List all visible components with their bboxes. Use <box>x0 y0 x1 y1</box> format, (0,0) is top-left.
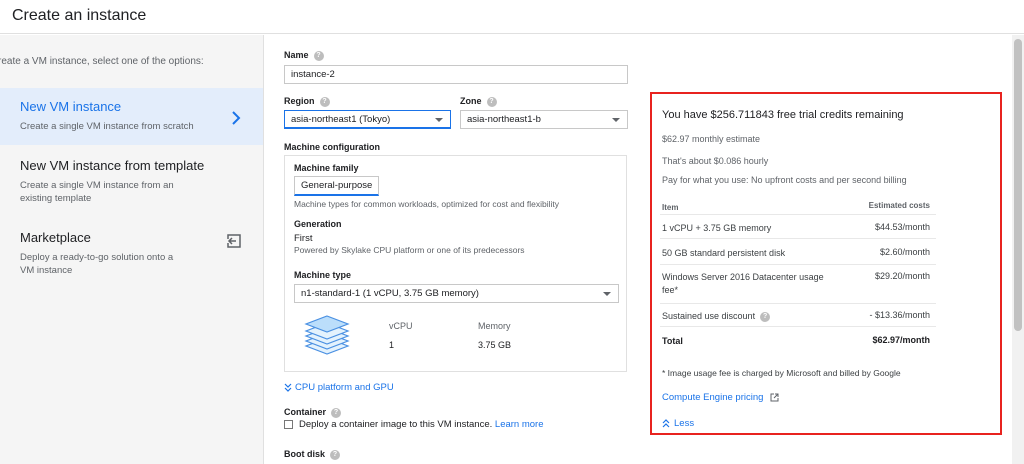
cost-item: 1 vCPU + 3.75 GB memory <box>662 223 772 233</box>
table-row-total: Total $62.97/month <box>660 327 936 353</box>
discount-label: Sustained use discount <box>662 311 756 321</box>
machine-type-label: Machine type <box>294 270 352 280</box>
option-new-vm-from-template[interactable]: New VM instance from template Create a s… <box>0 148 263 218</box>
option-title: New VM instance <box>20 99 122 114</box>
help-icon[interactable]: ? <box>330 449 341 460</box>
name-input[interactable]: instance-2 <box>284 65 628 84</box>
container-label: Container? <box>284 407 342 418</box>
machine-family-description: Machine types for common workloads, opti… <box>294 199 560 209</box>
machine-config-label: Machine configuration <box>284 142 381 152</box>
expand-less-icon <box>662 419 670 428</box>
cost-table-header: Item Estimated costs <box>660 199 936 215</box>
dropdown-arrow-icon <box>603 292 611 296</box>
generation-label: Generation <box>294 219 342 229</box>
machine-family-tab[interactable]: General-purpose <box>294 176 380 196</box>
name-label: Name? <box>284 50 324 61</box>
total-label: Total <box>662 336 683 346</box>
usage-fee-footnote: * Image usage fee is charged by Microsof… <box>662 368 901 378</box>
dropdown-arrow-icon <box>612 118 620 122</box>
monthly-estimate: $62.97 monthly estimate <box>662 134 761 144</box>
vcpu-value: 1 <box>389 340 395 350</box>
option-description: Deploy a ready-to-go solution onto a VM … <box>20 252 174 276</box>
trial-credits-headline: You have $256.711843 free trial credits … <box>662 109 904 121</box>
cost-item: Windows Server 2016 Datacenter usage fee… <box>662 272 824 295</box>
option-description: Create a single VM instance from an exis… <box>20 180 174 204</box>
generation-value: First <box>294 233 313 244</box>
zone-label: Zone? <box>460 96 497 107</box>
compute-engine-pricing-link[interactable]: Compute Engine pricing <box>662 392 779 403</box>
option-description: Create a single VM instance from scratch <box>20 121 194 132</box>
boot-disk-label-text: Boot disk <box>284 449 326 459</box>
less-link-text: Less <box>674 418 695 429</box>
machine-family-label: Machine family <box>294 163 359 173</box>
cost-value: $2.60/month <box>879 247 930 257</box>
help-icon[interactable]: ? <box>760 311 771 322</box>
container-checkbox-label: Deploy a container image to this VM inst… <box>299 419 544 430</box>
container-checkbox[interactable] <box>284 420 293 429</box>
region-label-text: Region <box>284 96 315 106</box>
exit-to-app-icon <box>227 234 241 248</box>
learn-more-link[interactable]: Learn more <box>495 419 544 430</box>
cpu-platform-link-text: CPU platform and GPU <box>295 382 394 393</box>
region-value: asia-northeast1 (Tokyo) <box>291 114 391 125</box>
vcpu-label: vCPU <box>389 321 413 331</box>
zone-select[interactable]: asia-northeast1-b <box>460 110 628 129</box>
pricing-link-text: Compute Engine pricing <box>662 392 764 403</box>
machine-configuration-box: Machine family General-purpose Machine t… <box>284 155 627 372</box>
expand-more-icon <box>284 383 292 392</box>
cpu-platform-gpu-link[interactable]: CPU platform and GPU <box>284 382 394 393</box>
table-row: 50 GB standard persistent disk $2.60/mon… <box>660 239 936 265</box>
help-icon[interactable]: ? <box>331 407 342 418</box>
billing-note: Pay for what you use: No upfront costs a… <box>662 175 907 185</box>
container-label-text: Container <box>284 407 327 417</box>
generation-description: Powered by Skylake CPU platform or one o… <box>294 245 525 255</box>
page-scrollbar[interactable] <box>1012 35 1024 464</box>
options-intro: reate a VM instance, select one of the o… <box>0 56 204 67</box>
help-icon[interactable]: ? <box>313 50 324 61</box>
container-checkbox-text: Deploy a container image to this VM inst… <box>299 419 493 430</box>
table-row: 1 vCPU + 3.75 GB memory $44.53/month <box>660 215 936 239</box>
cost-value: $29.20/month <box>874 271 930 281</box>
cost-item: 50 GB standard persistent disk <box>662 248 786 258</box>
zone-label-text: Zone <box>460 96 482 106</box>
top-bar: Create an instance <box>0 0 1024 34</box>
memory-label: Memory <box>478 321 511 331</box>
option-title: New VM instance from template <box>20 158 205 173</box>
cost-value: $44.53/month <box>874 222 930 232</box>
table-row: Sustained use discount? - $13.36/month <box>660 304 936 327</box>
machine-stack-icon <box>304 315 350 355</box>
region-select[interactable]: asia-northeast1 (Tokyo) <box>284 110 451 129</box>
less-link[interactable]: Less <box>662 418 694 429</box>
help-icon[interactable]: ? <box>486 96 497 107</box>
open-in-new-icon <box>770 393 779 402</box>
help-icon[interactable]: ? <box>319 96 330 107</box>
region-label: Region? <box>284 96 330 107</box>
cost-estimate-panel: You have $256.711843 free trial credits … <box>650 92 1002 435</box>
cost-item: Sustained use discount? <box>662 310 842 323</box>
machine-type-select[interactable]: n1-standard-1 (1 vCPU, 3.75 GB memory) <box>294 284 619 303</box>
hourly-estimate: That's about $0.086 hourly <box>662 156 769 166</box>
machine-type-value: n1-standard-1 (1 vCPU, 3.75 GB memory) <box>301 288 479 299</box>
zone-value: asia-northeast1-b <box>467 114 541 125</box>
name-label-text: Name <box>284 50 309 60</box>
column-estimated-costs: Estimated costs <box>868 201 930 210</box>
page-title: Create an instance <box>12 7 147 24</box>
option-title: Marketplace <box>20 230 91 245</box>
chevron-right-icon <box>232 111 241 125</box>
table-row: Windows Server 2016 Datacenter usage fee… <box>660 265 936 304</box>
option-marketplace[interactable]: Marketplace Deploy a ready-to-go solutio… <box>0 220 263 290</box>
option-new-vm-instance[interactable]: New VM instance Create a single VM insta… <box>0 88 263 145</box>
memory-value: 3.75 GB <box>478 340 512 350</box>
total-value: $62.97/month <box>872 335 930 345</box>
cost-value: - $13.36/month <box>869 310 930 320</box>
column-item: Item <box>662 203 679 212</box>
options-pane: reate a VM instance, select one of the o… <box>0 35 264 464</box>
boot-disk-label: Boot disk? <box>284 449 341 460</box>
scrollbar-thumb[interactable] <box>1014 39 1022 331</box>
dropdown-arrow-icon <box>435 118 443 122</box>
